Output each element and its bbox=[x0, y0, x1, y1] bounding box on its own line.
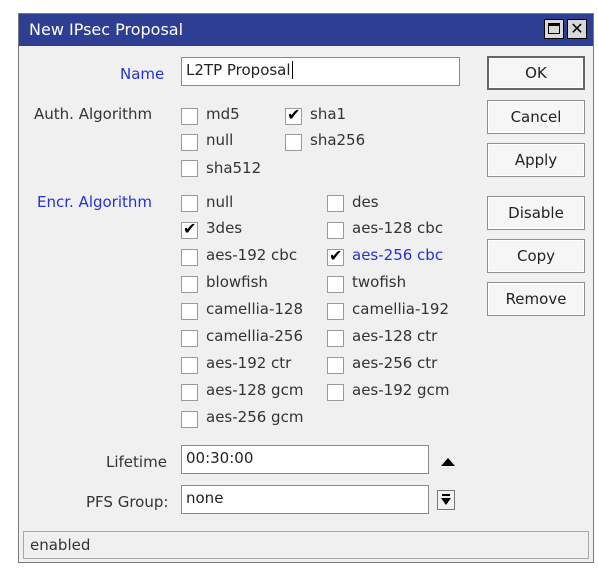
checkbox-camellia-256-label: camellia-256 bbox=[206, 327, 304, 345]
checkbox-sha256-label: sha256 bbox=[310, 131, 366, 149]
checkbox-sha512-label: sha512 bbox=[206, 159, 262, 177]
checkbox-aes-128-gcm[interactable] bbox=[181, 384, 198, 401]
dropdown-bar-icon bbox=[442, 494, 450, 496]
name-input-value: L2TP Proposal bbox=[186, 61, 291, 79]
checkbox-md5[interactable] bbox=[181, 108, 198, 125]
check-icon: ✔ bbox=[329, 246, 343, 265]
status-text: enabled bbox=[30, 536, 91, 554]
lifetime-input-value: 00:30:00 bbox=[186, 449, 254, 467]
name-input[interactable]: L2TP Proposal bbox=[181, 57, 460, 86]
checkbox-aes-192-cbc-label: aes-192 cbc bbox=[206, 246, 298, 264]
name-label: Name bbox=[120, 65, 165, 83]
checkbox-aes-256-ctr-label: aes-256 ctr bbox=[352, 354, 438, 372]
check-icon: ✔ bbox=[183, 219, 197, 238]
window-title: New IPsec Proposal bbox=[29, 20, 184, 39]
checkbox-aes-256-ctr[interactable] bbox=[327, 357, 344, 374]
checkbox-camellia-192-label: camellia-192 bbox=[352, 300, 450, 318]
checkbox-des-label: des bbox=[352, 193, 379, 211]
checkbox-null-auth-label: null bbox=[206, 131, 234, 149]
remove-button[interactable]: Remove bbox=[487, 282, 585, 316]
lifetime-input[interactable]: 00:30:00 bbox=[181, 445, 429, 474]
ok-button[interactable]: OK bbox=[487, 56, 585, 90]
checkbox-aes-128-ctr[interactable] bbox=[327, 330, 344, 347]
checkbox-3des-label: 3des bbox=[206, 219, 243, 237]
dropdown-arrow-button[interactable] bbox=[437, 490, 455, 510]
disable-button[interactable]: Disable bbox=[487, 196, 585, 230]
close-icon: ✕ bbox=[570, 19, 584, 38]
checkbox-aes-192-ctr-label: aes-192 ctr bbox=[206, 354, 292, 372]
checkbox-null-encr-label: null bbox=[206, 193, 234, 211]
check-icon: ✔ bbox=[287, 105, 301, 124]
checkbox-sha256[interactable] bbox=[285, 134, 302, 151]
checkbox-des[interactable] bbox=[327, 195, 344, 212]
checkbox-aes-192-cbc[interactable] bbox=[181, 249, 198, 266]
chevron-down-icon bbox=[441, 498, 451, 505]
checkbox-null-auth[interactable] bbox=[181, 134, 198, 151]
checkbox-md5-label: md5 bbox=[206, 105, 240, 123]
collapse-arrow-icon[interactable] bbox=[441, 458, 455, 466]
checkbox-camellia-128[interactable] bbox=[181, 303, 198, 320]
checkbox-blowfish-label: blowfish bbox=[206, 273, 268, 291]
checkbox-aes-256-cbc[interactable]: ✔ bbox=[327, 246, 344, 266]
checkbox-camellia-128-label: camellia-128 bbox=[206, 300, 304, 318]
checkbox-twofish[interactable] bbox=[327, 276, 344, 293]
checkbox-aes-256-gcm[interactable] bbox=[181, 411, 198, 428]
checkbox-aes-192-ctr[interactable] bbox=[181, 357, 198, 374]
cancel-button[interactable]: Cancel bbox=[487, 100, 585, 134]
checkbox-aes-256-gcm-label: aes-256 gcm bbox=[206, 408, 304, 426]
pfs-group-select[interactable]: none bbox=[181, 485, 429, 514]
checkbox-camellia-192[interactable] bbox=[327, 303, 344, 320]
checkbox-twofish-label: twofish bbox=[352, 273, 407, 291]
checkbox-null-encr[interactable] bbox=[181, 195, 198, 212]
text-cursor bbox=[291, 61, 293, 79]
auth-algorithm-label: Auth. Algorithm bbox=[34, 105, 153, 123]
pfs-group-label: PFS Group: bbox=[86, 493, 169, 511]
close-button[interactable]: ✕ bbox=[567, 19, 587, 39]
encr-algorithm-label: Encr. Algorithm bbox=[37, 193, 153, 211]
copy-button[interactable]: Copy bbox=[487, 239, 585, 273]
checkbox-aes-128-cbc[interactable] bbox=[327, 222, 344, 239]
title-bar[interactable]: New IPsec Proposal ✕ bbox=[19, 14, 593, 46]
checkbox-aes-192-gcm-label: aes-192 gcm bbox=[352, 381, 450, 399]
maximize-icon bbox=[548, 23, 560, 34]
checkbox-sha1-label: sha1 bbox=[310, 105, 347, 123]
status-bar: enabled bbox=[23, 531, 589, 559]
checkbox-sha512[interactable] bbox=[181, 160, 198, 177]
ipsec-proposal-window: New IPsec Proposal ✕ Name L2TP Proposal … bbox=[18, 13, 594, 563]
checkbox-aes-192-gcm[interactable] bbox=[327, 384, 344, 401]
lifetime-label: Lifetime bbox=[106, 453, 167, 471]
checkbox-blowfish[interactable] bbox=[181, 276, 198, 293]
maximize-button[interactable] bbox=[544, 19, 564, 39]
checkbox-aes-128-cbc-label: aes-128 cbc bbox=[352, 219, 444, 237]
checkbox-aes-256-cbc-label: aes-256 cbc bbox=[352, 246, 444, 264]
checkbox-3des[interactable]: ✔ bbox=[181, 219, 198, 239]
pfs-group-value: none bbox=[186, 489, 224, 507]
apply-button[interactable]: Apply bbox=[487, 143, 585, 177]
checkbox-aes-128-gcm-label: aes-128 gcm bbox=[206, 381, 304, 399]
checkbox-camellia-256[interactable] bbox=[181, 330, 198, 347]
checkbox-sha1[interactable]: ✔ bbox=[285, 105, 302, 125]
checkbox-aes-128-ctr-label: aes-128 ctr bbox=[352, 327, 438, 345]
